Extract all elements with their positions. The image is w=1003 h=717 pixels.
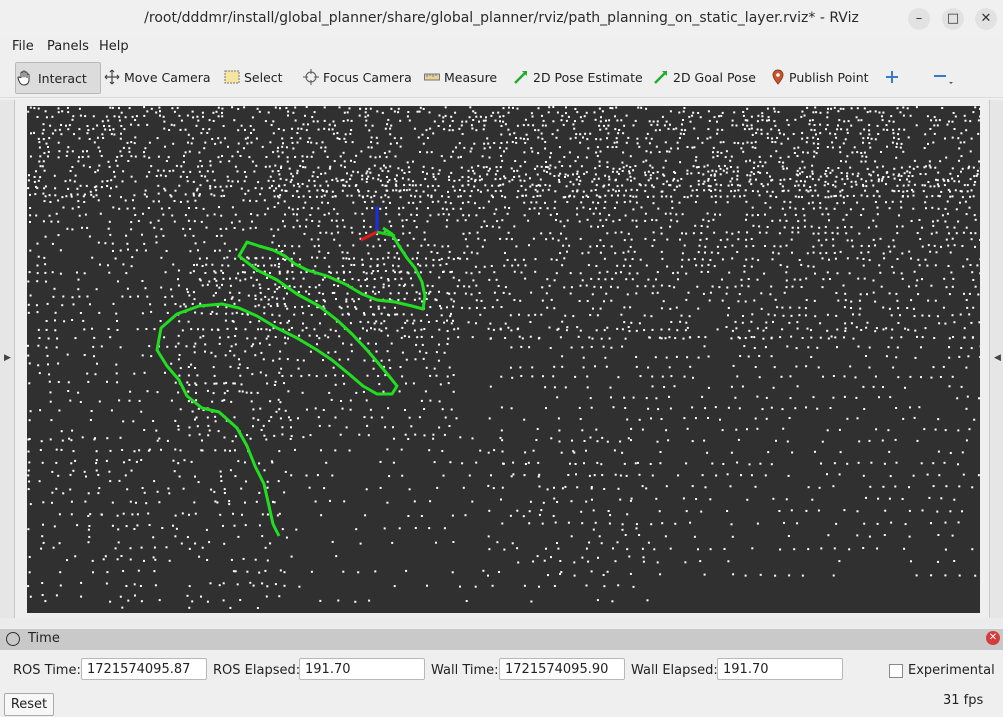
focus-camera-label: Focus Camera <box>323 69 412 85</box>
point-cloud-scene <box>27 106 980 609</box>
ros-elapsed-field[interactable]: 191.70 <box>299 658 425 680</box>
reset-button[interactable]: Reset <box>4 693 54 716</box>
pose-estimate-label: 2D Pose Estimate <box>533 69 643 85</box>
measure-tool-button[interactable]: Measure <box>424 62 497 92</box>
maximize-button[interactable]: □ <box>942 8 964 30</box>
ros-time-field[interactable]: 1721574095.87 <box>81 658 207 680</box>
move-camera-tool-button[interactable]: Move Camera <box>104 62 211 92</box>
right-dock-collapse-bar[interactable]: ◀ <box>989 100 1003 618</box>
expand-right-icon: ◀ <box>994 353 1001 363</box>
2d-pose-estimate-tool-button[interactable]: 2D Pose Estimate <box>513 62 643 92</box>
map-pin-icon <box>772 69 784 85</box>
left-dock-collapse-bar[interactable]: ▶ <box>0 100 15 618</box>
fps-readout: 31 fps <box>943 693 984 708</box>
wall-time-label: Wall Time: <box>431 663 499 678</box>
green-arrow-icon <box>654 71 667 84</box>
time-panel-header: Time ✕ <box>0 629 1003 650</box>
plus-icon <box>886 71 898 83</box>
menubar: File Panels Help <box>0 38 1003 58</box>
minus-icon <box>934 75 953 84</box>
expand-left-icon: ▶ <box>4 353 11 363</box>
interact-label: Interact <box>38 70 87 86</box>
2d-goal-pose-tool-button[interactable]: 2D Goal Pose <box>653 62 756 92</box>
close-window-button[interactable]: ✕ <box>975 8 997 30</box>
wall-elapsed-field[interactable]: 191.70 <box>717 658 843 680</box>
planned-path-upper <box>155 226 427 537</box>
crosshair-icon <box>303 69 319 85</box>
experimental-label: Experimental <box>908 663 995 678</box>
tools-toolbar: Interact Move Camera Select Focus Camera… <box>0 59 1003 98</box>
time-panel-title: Time <box>28 631 60 646</box>
panel-splitter[interactable] <box>0 618 1003 628</box>
menu-file[interactable]: File <box>12 39 34 54</box>
wall-elapsed-label: Wall Elapsed: <box>631 663 718 678</box>
select-label: Select <box>244 69 283 85</box>
publish-point-label: Publish Point <box>789 69 869 85</box>
wall-time-field[interactable]: 1721574095.90 <box>499 658 625 680</box>
minimize-button[interactable]: – <box>908 8 930 30</box>
window-titlebar: /root/dddmr/install/global_planner/share… <box>0 0 1003 39</box>
interact-tool-button[interactable]: Interact <box>15 62 101 94</box>
hand-icon <box>17 70 30 86</box>
ruler-icon <box>424 73 440 81</box>
measure-label: Measure <box>444 69 498 85</box>
move-arrows-icon <box>104 69 120 85</box>
window-title: /root/dddmr/install/global_planner/share… <box>144 10 859 26</box>
close-panel-icon[interactable]: ✕ <box>986 631 1000 645</box>
add-tool-button[interactable] <box>885 62 899 92</box>
goal-pose-label: 2D Goal Pose <box>673 69 756 85</box>
time-panel-row: ROS Time: 1721574095.87 ROS Elapsed: 191… <box>0 655 1003 685</box>
menu-help[interactable]: Help <box>99 39 129 54</box>
focus-camera-tool-button[interactable]: Focus Camera <box>303 62 412 92</box>
clock-icon <box>6 632 20 646</box>
ros-time-label: ROS Time: <box>13 663 81 678</box>
3d-render-viewport[interactable] <box>27 106 980 613</box>
select-tool-button[interactable]: Select <box>224 62 283 92</box>
ros-elapsed-label: ROS Elapsed: <box>213 663 301 678</box>
move-camera-label: Move Camera <box>124 69 211 85</box>
menu-panels[interactable]: Panels <box>47 39 89 54</box>
publish-point-tool-button[interactable]: Publish Point <box>771 62 869 92</box>
remove-tool-button[interactable] <box>932 62 954 92</box>
experimental-checkbox[interactable] <box>889 664 903 678</box>
green-arrow-icon <box>514 71 527 84</box>
selection-rect-icon <box>224 70 240 84</box>
point-cloud <box>27 106 980 609</box>
